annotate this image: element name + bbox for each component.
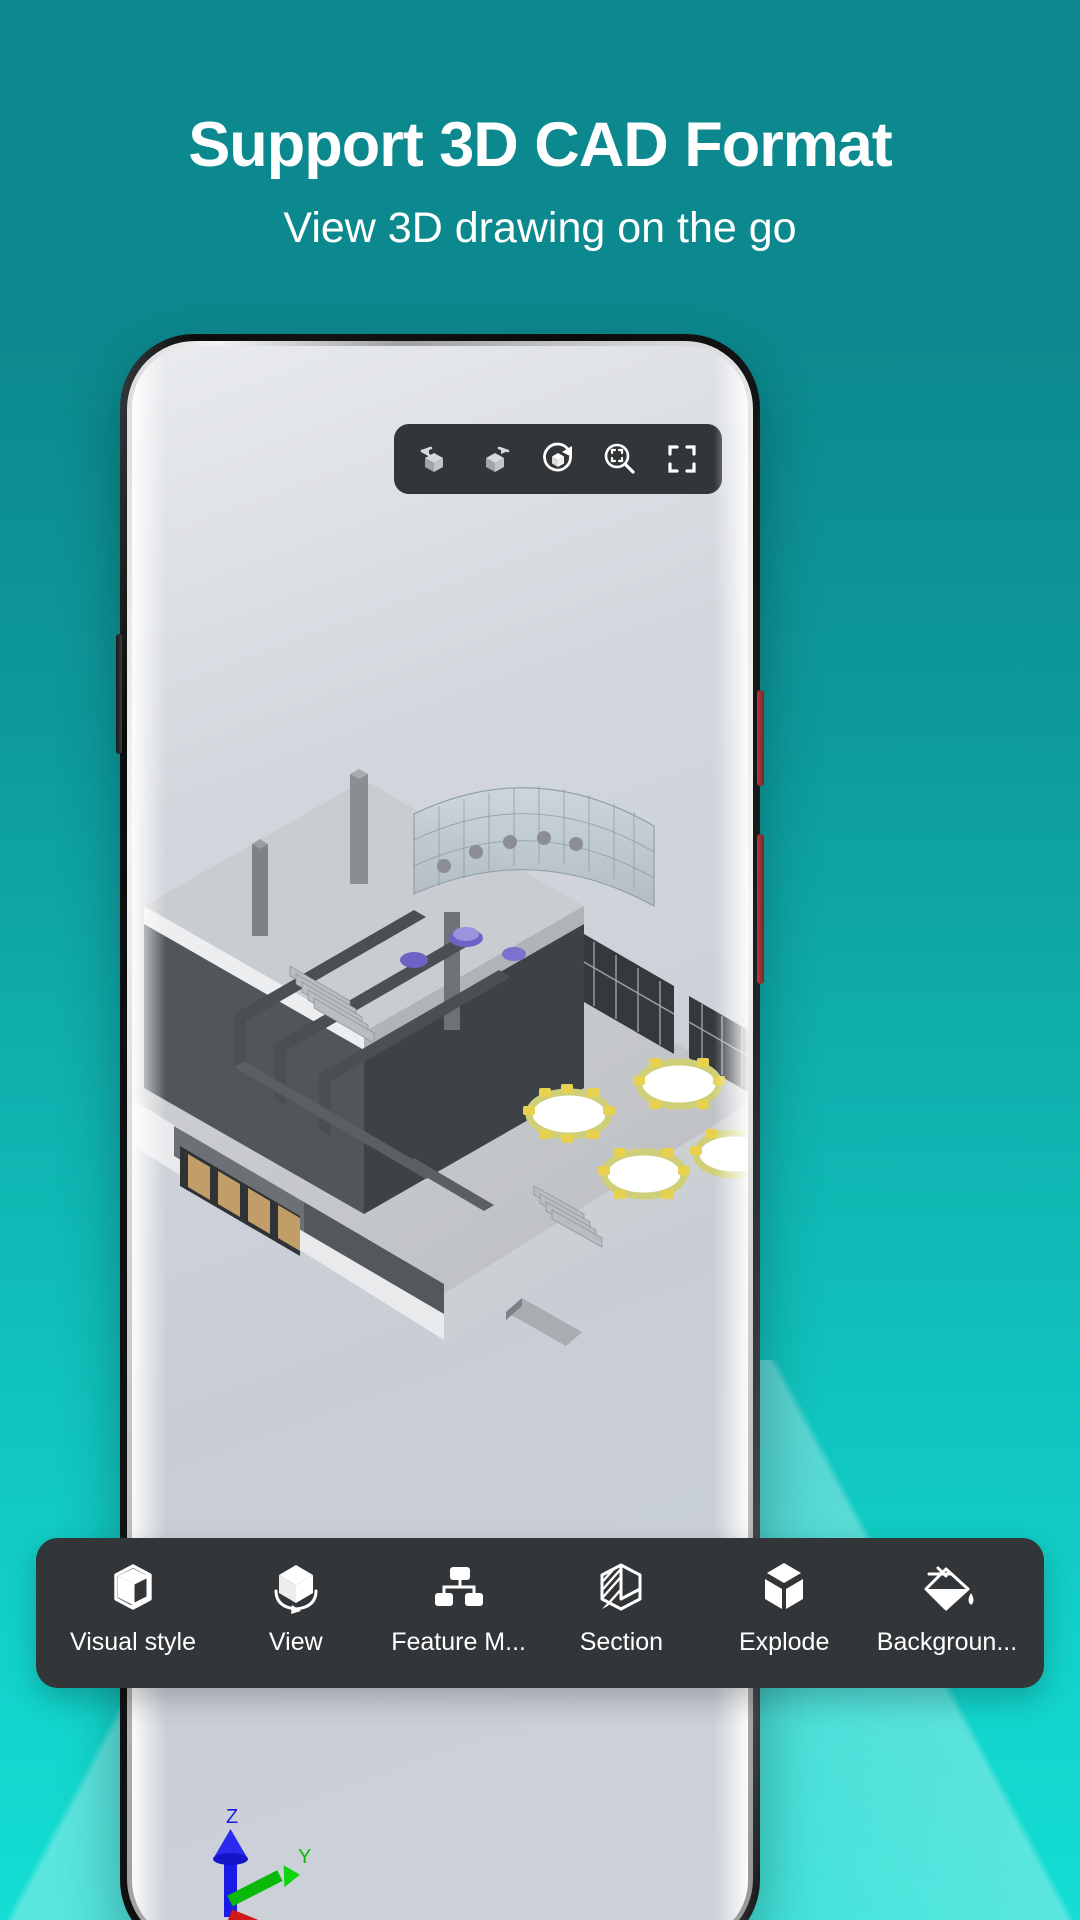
explode-icon xyxy=(751,1552,817,1624)
power-button[interactable] xyxy=(757,690,764,786)
bottom-item-label: Section xyxy=(579,1628,664,1656)
undo-icon[interactable] xyxy=(406,431,462,487)
bottom-item-explode[interactable]: Explode xyxy=(709,1552,859,1674)
section-icon xyxy=(588,1552,654,1624)
background-paint-icon xyxy=(914,1552,980,1624)
bottom-item-label: Backgroun... xyxy=(876,1628,1018,1656)
left-rail-button[interactable] xyxy=(116,634,122,754)
feature-manager-icon xyxy=(426,1552,492,1624)
axis-label-z: Z xyxy=(226,1806,238,1828)
bottom-item-label: View xyxy=(268,1628,323,1656)
axis-gizmo: Z Y X xyxy=(180,1803,330,1920)
redo-icon[interactable] xyxy=(468,431,524,487)
page-subtitle: View 3D drawing on the go xyxy=(283,204,797,253)
bottom-item-section[interactable]: Section xyxy=(546,1552,696,1674)
bottom-item-background[interactable]: Backgroun... xyxy=(872,1552,1022,1674)
bottom-item-feature-manager[interactable]: Feature M... xyxy=(384,1552,534,1674)
bottom-item-visual-style[interactable]: Visual style xyxy=(58,1552,208,1674)
axis-label-y: Y xyxy=(298,1846,311,1868)
cad-bottom-toolbar[interactable]: Visual style View Feature M... Section E… xyxy=(36,1538,1044,1688)
bottom-item-label: Explode xyxy=(739,1628,830,1656)
page-title: Support 3D CAD Format xyxy=(188,110,893,180)
orbit-rotate-icon[interactable] xyxy=(530,431,586,487)
visual-style-icon xyxy=(100,1552,166,1624)
viewer-top-toolbar[interactable] xyxy=(394,424,722,494)
hero-text-block: Support 3D CAD Format View 3D drawing on… xyxy=(0,0,1080,253)
bottom-item-view[interactable]: View xyxy=(221,1552,371,1674)
zoom-fit-icon[interactable] xyxy=(592,431,648,487)
bottom-item-label: Visual style xyxy=(70,1628,196,1656)
cad-building-model xyxy=(132,769,748,1346)
fullscreen-icon[interactable] xyxy=(654,431,710,487)
volume-button[interactable] xyxy=(757,834,764,984)
bottom-item-label: Feature M... xyxy=(391,1628,526,1656)
view-orbit-icon xyxy=(263,1552,329,1624)
